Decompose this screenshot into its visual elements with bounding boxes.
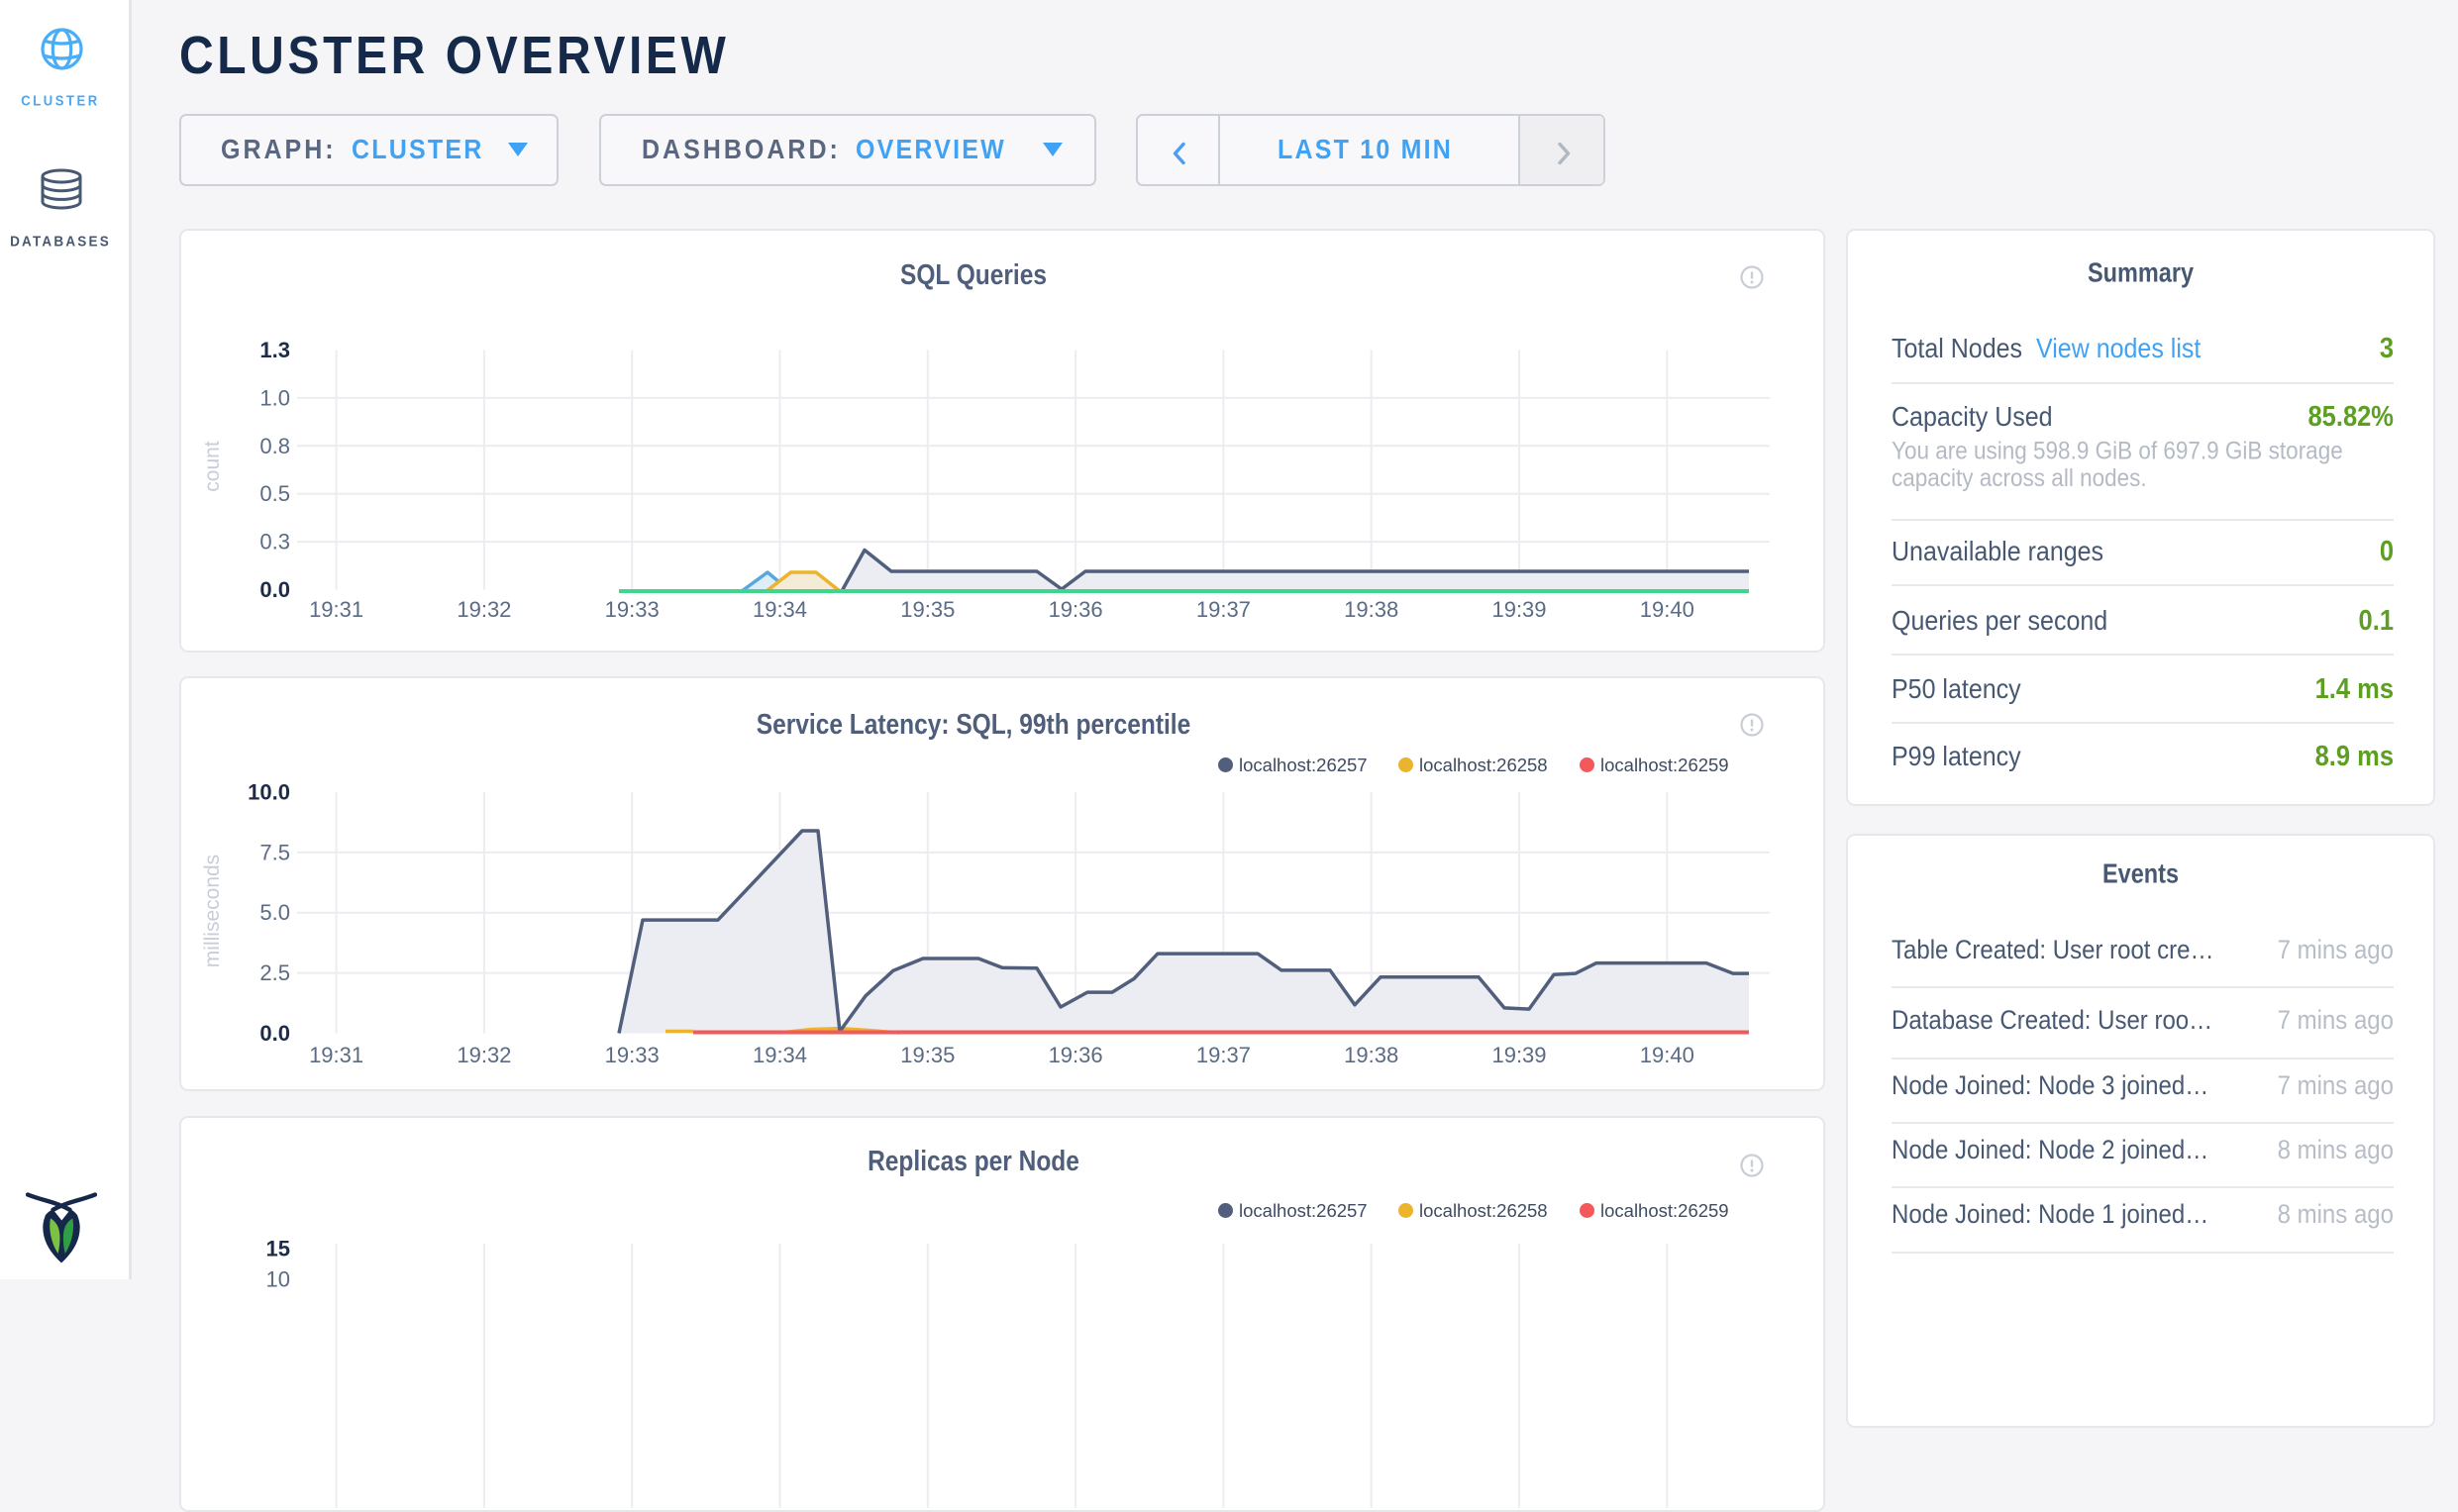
svg-text:19:32: 19:32 [457, 1043, 511, 1067]
svg-text:19:39: 19:39 [1491, 1043, 1546, 1067]
svg-text:19:36: 19:36 [1049, 597, 1103, 622]
svg-text:5.0: 5.0 [259, 900, 290, 925]
svg-text:19:33: 19:33 [605, 1043, 660, 1067]
svg-text:1.3: 1.3 [259, 338, 290, 362]
svg-text:19:33: 19:33 [605, 597, 660, 622]
svg-text:19:39: 19:39 [1491, 597, 1546, 622]
svg-text:19:37: 19:37 [1196, 597, 1251, 622]
svg-text:10: 10 [266, 1267, 290, 1292]
svg-text:count: count [201, 441, 224, 492]
svg-text:2.5: 2.5 [259, 960, 290, 985]
svg-text:10.0: 10.0 [248, 780, 290, 805]
svg-text:19:35: 19:35 [900, 1043, 955, 1067]
svg-text:19:37: 19:37 [1196, 1043, 1251, 1067]
svg-text:7.5: 7.5 [259, 840, 290, 864]
svg-text:0.5: 0.5 [259, 481, 290, 506]
svg-text:19:40: 19:40 [1640, 597, 1694, 622]
svg-text:1.0: 1.0 [259, 385, 290, 410]
svg-text:milliseconds: milliseconds [201, 855, 224, 967]
svg-text:19:35: 19:35 [900, 597, 955, 622]
svg-text:19:34: 19:34 [753, 597, 807, 622]
svg-text:19:31: 19:31 [309, 597, 363, 622]
svg-text:19:31: 19:31 [309, 1043, 363, 1067]
svg-text:0.8: 0.8 [259, 434, 290, 458]
svg-text:19:32: 19:32 [457, 597, 511, 622]
svg-text:19:36: 19:36 [1049, 1043, 1103, 1067]
svg-text:15: 15 [266, 1237, 290, 1261]
svg-text:19:38: 19:38 [1344, 1043, 1398, 1067]
svg-text:0.3: 0.3 [259, 530, 290, 554]
svg-text:19:34: 19:34 [753, 1043, 807, 1067]
svg-text:0.0: 0.0 [259, 577, 290, 602]
svg-text:19:38: 19:38 [1344, 597, 1398, 622]
svg-text:19:40: 19:40 [1640, 1043, 1694, 1067]
svg-text:0.0: 0.0 [259, 1021, 290, 1046]
